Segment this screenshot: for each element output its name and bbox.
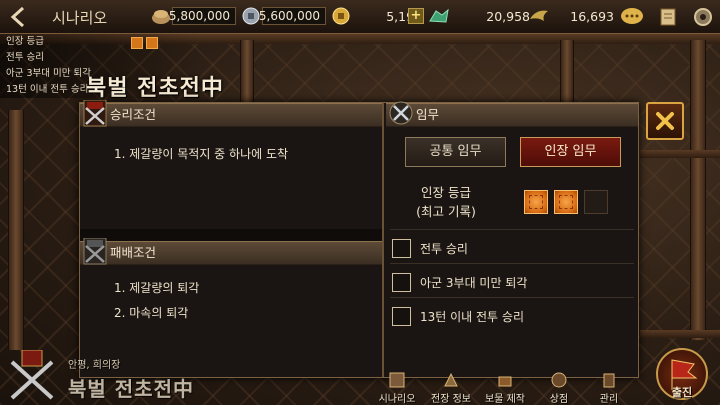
conditions-dialog: 승리조건 1. 제갈량이 목적지 중 하나에 도착 패배조건 1. 제갈량의 퇴… <box>79 100 639 378</box>
gold-coin-icon <box>330 5 352 27</box>
seal-grade-subtitle: (최고 기록) <box>416 204 476 219</box>
section-divider <box>80 229 382 241</box>
nav-scenario[interactable]: 시나리오 <box>370 370 424 405</box>
honor-value: 16,693 <box>570 8 614 24</box>
depart-label: 출진 <box>671 386 693 399</box>
nav-manage[interactable]: 관리 <box>582 370 636 405</box>
nav-battlefield-info[interactable]: 전장 정보 <box>424 370 478 405</box>
mission-checkbox <box>392 272 411 292</box>
tab-seal-missions[interactable]: 인장 임무 <box>520 137 621 167</box>
seal-earned-icon <box>554 190 578 214</box>
silver-resource: 5,600,000 <box>240 5 326 27</box>
gear-icon <box>694 8 712 26</box>
victory-condition: 1. 제갈량이 목적지 중 하나에 도착 <box>114 147 289 161</box>
mission-check-label: 전투 승리 <box>420 241 468 256</box>
close-dialog-button[interactable] <box>646 102 684 140</box>
defeat-header-label: 패배조건 <box>110 245 157 260</box>
jade-value: 20,958 <box>486 8 530 24</box>
rice-resource: 5,800,000 <box>150 5 236 27</box>
general-names: 안평, 희의장 <box>68 360 121 371</box>
seal-grade-title: 인장 등급 <box>421 185 471 200</box>
scenario-title: 북벌 전초전中 <box>86 76 224 101</box>
missions-panel: 임무 공통 임무 인장 임무 인장 등급 (최고 기록) 전투 승리 아군 3부… <box>386 101 638 377</box>
tab-common-missions[interactable]: 공통 임무 <box>405 137 506 167</box>
seal-grade-label: 인장 등급 (최고 기록) <box>406 183 486 221</box>
scroll-icon <box>660 8 676 26</box>
mission-checkbox <box>392 306 411 326</box>
top-bar: 시나리오 5,800,000 5,600,000 5,196 + 20,958 … <box>0 0 720 34</box>
mission-checkbox <box>392 238 411 258</box>
mission-info-item: 전투 승리 <box>0 50 200 66</box>
grade-info-label: 인장 등급 <box>0 34 200 50</box>
jade-resource: 20,958 <box>428 5 530 27</box>
back-button[interactable] <box>4 3 34 31</box>
victory-swords-icon <box>83 100 107 127</box>
shop-nav-icon <box>532 370 586 390</box>
seal-earned-icon <box>524 190 548 214</box>
defeat-swords-icon <box>83 238 107 265</box>
defeat-condition: 2. 마속의 퇴각 <box>114 306 189 320</box>
defeat-header: 패배조건 <box>80 238 382 265</box>
victory-header-label: 승리조건 <box>110 107 157 122</box>
mission-swords-icon <box>389 101 413 125</box>
manage-nav-icon <box>582 370 636 390</box>
conditions-panel: 승리조건 1. 제갈량이 목적지 중 하나에 도착 패배조건 1. 제갈량의 퇴… <box>80 100 384 377</box>
scenario-nav-icon <box>370 370 424 390</box>
jade-icon <box>428 5 450 27</box>
silver-value: 5,600,000 <box>259 7 326 25</box>
nav-scenario-label: 시나리오 <box>378 394 416 405</box>
screen-title: 시나리오 <box>52 9 108 27</box>
chat-button[interactable] <box>619 4 645 30</box>
victory-emblem-icon <box>10 350 54 400</box>
honor-resource: 16,693 <box>528 5 614 27</box>
bottom-scenario-title: 북벌 전초전中 <box>68 377 194 401</box>
mission-check-row: 전투 승리 <box>392 237 468 259</box>
nav-treasure-craft[interactable]: 보물 제작 <box>478 370 532 405</box>
nav-manage-label: 관리 <box>599 394 619 405</box>
close-icon <box>656 112 674 130</box>
missions-header-label: 임무 <box>416 107 440 122</box>
chat-icon <box>621 8 643 24</box>
quest-scroll-button[interactable] <box>655 4 681 30</box>
nav-shop-label: 상점 <box>549 394 569 405</box>
nav-treasure-label: 보물 제작 <box>485 394 525 405</box>
mission-check-label: 13턴 이내 전투 승리 <box>420 309 524 324</box>
mini-seal-icon <box>146 37 158 49</box>
mission-check-row: 13턴 이내 전투 승리 <box>392 305 524 327</box>
nav-battlefield-label: 전장 정보 <box>431 394 471 405</box>
rice-value: 5,800,000 <box>169 7 236 25</box>
seal-empty-icon <box>584 190 608 214</box>
settings-button[interactable] <box>690 4 716 30</box>
victory-header: 승리조건 <box>80 100 382 127</box>
mission-check-row: 아군 3부대 미만 퇴각 <box>392 271 527 293</box>
mini-seal-icon <box>131 37 143 49</box>
honor-bird-icon <box>528 5 550 27</box>
add-gold-button[interactable]: + <box>408 8 424 24</box>
depart-button[interactable]: 출진 <box>648 330 716 402</box>
battlefield-nav-icon <box>424 370 478 390</box>
back-arrow-icon <box>10 6 25 28</box>
treasure-nav-icon <box>478 370 532 390</box>
missions-header: 임무 <box>386 101 638 127</box>
defeat-condition: 1. 제갈량의 퇴각 <box>114 281 200 295</box>
nav-shop[interactable]: 상점 <box>532 370 586 405</box>
mission-check-label: 아군 3부대 미만 퇴각 <box>420 275 528 290</box>
